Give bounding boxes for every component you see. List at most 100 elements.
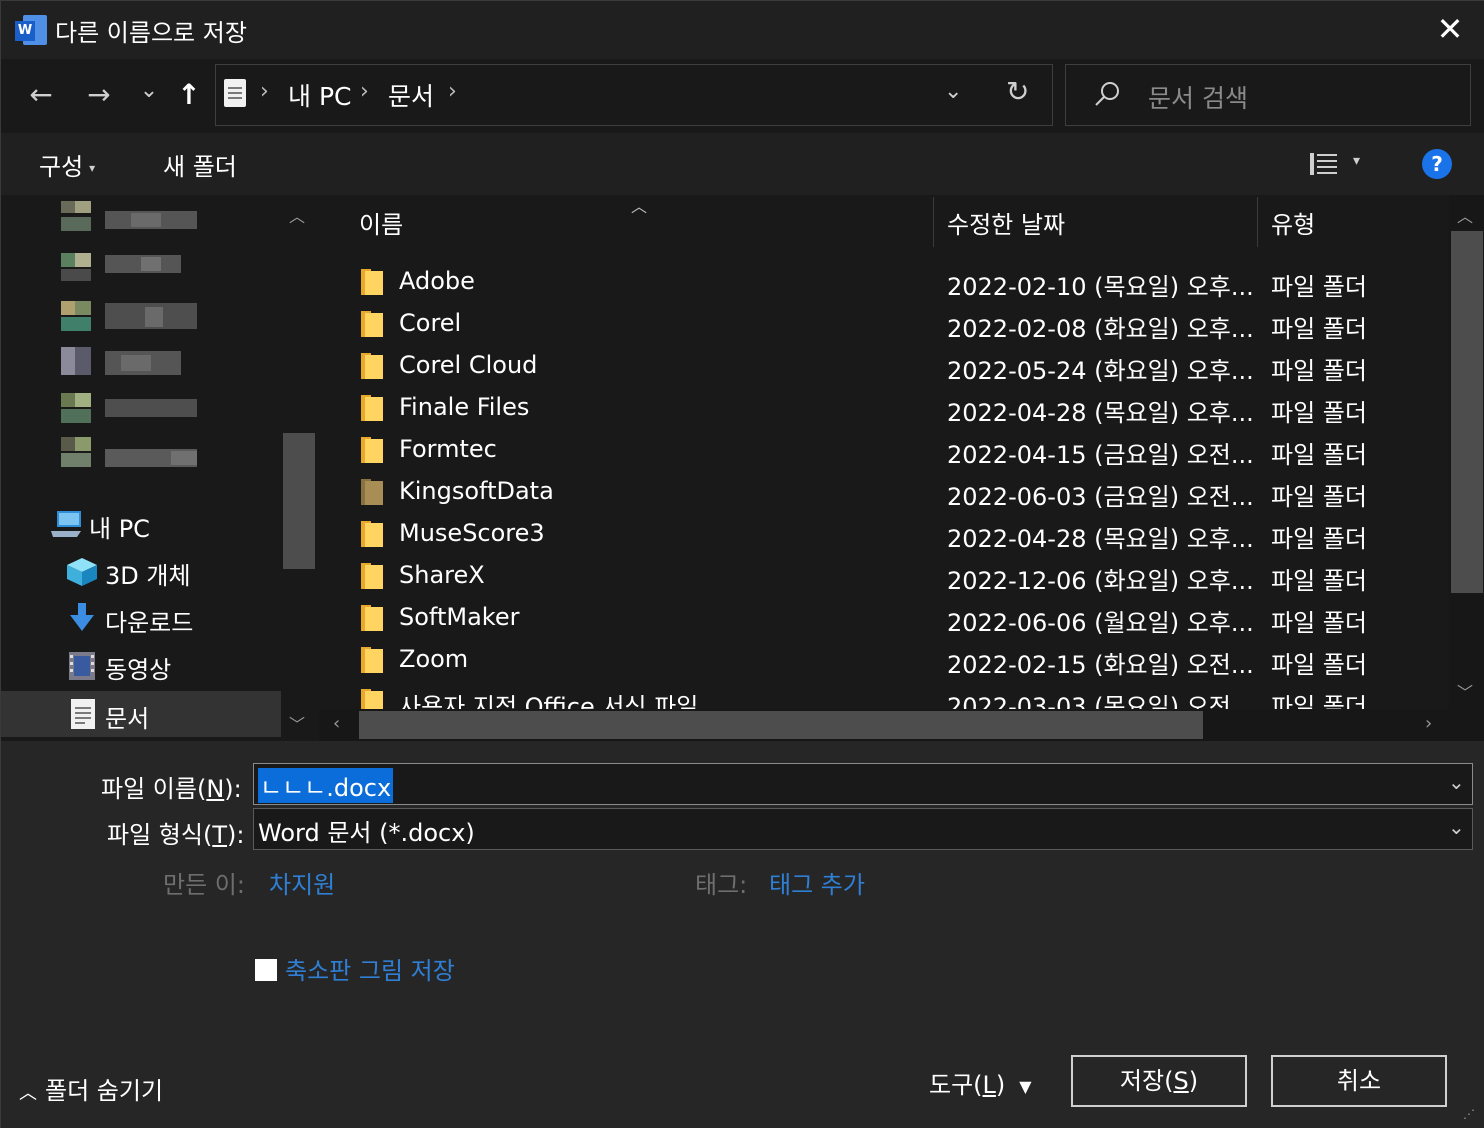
address-dropdown-button[interactable]: ⌄ — [944, 79, 962, 104]
organize-button[interactable]: 구성 ▾ — [39, 147, 95, 182]
sidebar-item-downloads[interactable]: 다운로드 — [1, 595, 281, 641]
file-row[interactable]: KingsoftData 2022-06-03 (금요일) 오전... 파일 폴더 — [319, 471, 1449, 513]
file-row[interactable]: Formtec 2022-04-15 (금요일) 오전... 파일 폴더 — [319, 429, 1449, 471]
breadcrumb-separator[interactable]: › — [360, 79, 369, 104]
save-button[interactable]: 저장(S) — [1071, 1055, 1247, 1107]
file-row[interactable]: Corel Cloud 2022-05-24 (화요일) 오후... 파일 폴더 — [319, 345, 1449, 387]
file-row[interactable]: 사용자 지정 Office 서식 파일 2022-03-03 (목요일) 오전..… — [319, 681, 1449, 709]
file-row[interactable]: Adobe 2022-02-10 (목요일) 오후... 파일 폴더 — [319, 261, 1449, 303]
cancel-button[interactable]: 취소 — [1271, 1055, 1447, 1107]
download-icon — [70, 603, 94, 631]
sidebar-item-videos[interactable]: 동영상 — [1, 642, 281, 688]
file-type: 파일 폴더 — [1271, 441, 1367, 469]
breadcrumb-my-pc[interactable]: 내 PC — [288, 77, 351, 113]
sidebar-item-3d-objects[interactable]: 3D 개체 — [1, 548, 281, 594]
hide-folders-label: 폴더 숨기기 — [45, 1077, 164, 1105]
scrollbar-corner — [1449, 709, 1484, 741]
file-name: Formtec — [399, 435, 497, 463]
recent-locations-button[interactable]: ⌄ — [129, 71, 169, 111]
file-row[interactable]: ShareX 2022-12-06 (화요일) 오후... 파일 폴더 — [319, 555, 1449, 597]
document-icon — [224, 79, 246, 107]
blurred-item[interactable] — [61, 343, 201, 383]
file-row[interactable]: SoftMaker 2022-06-06 (월요일) 오후... 파일 폴더 — [319, 597, 1449, 639]
scroll-up-icon[interactable]: ︿ — [289, 203, 305, 227]
hide-folders-button[interactable]: ︿ 폴더 숨기기 — [19, 1071, 163, 1106]
help-icon[interactable]: ? — [1422, 149, 1452, 179]
view-options-icon[interactable] — [1309, 151, 1339, 177]
chevron-down-icon[interactable]: ⌄ — [1448, 815, 1465, 839]
file-modified-date: 2022-02-15 (화요일) 오전... — [947, 651, 1254, 679]
video-icon — [69, 652, 95, 680]
file-name: Zoom — [399, 645, 469, 673]
filename-input[interactable]: ㄴㄴㄴ.docx ⌄ — [253, 763, 1473, 805]
caret-down-icon: ▼ — [1019, 1076, 1032, 1096]
search-placeholder: 문서 검색 — [1148, 84, 1248, 113]
blurred-item[interactable] — [61, 389, 201, 429]
forward-button[interactable]: → — [79, 75, 119, 115]
save-thumbnail-checkbox[interactable] — [255, 959, 277, 981]
add-tags-link[interactable]: 태그 추가 — [769, 865, 865, 900]
scroll-right-icon[interactable]: › — [1425, 713, 1432, 734]
computer-icon — [51, 511, 81, 537]
sidebar-item-documents[interactable]: 문서 — [1, 691, 281, 737]
file-row[interactable]: Corel 2022-02-08 (화요일) 오후... 파일 폴더 — [319, 303, 1449, 345]
column-header-type[interactable]: 유형 — [1271, 205, 1315, 240]
file-type: 파일 폴더 — [1271, 483, 1367, 511]
blurred-item[interactable] — [61, 199, 201, 239]
save-thumbnail-label[interactable]: 축소판 그림 저장 — [285, 951, 455, 986]
search-icon — [1095, 82, 1119, 106]
filetype-label: 파일 형식(T): — [107, 821, 245, 849]
breadcrumb-separator[interactable]: › — [448, 79, 457, 104]
resize-grip-icon[interactable]: ⋰ — [1463, 1107, 1475, 1121]
address-bar[interactable]: › 내 PC › 문서 › ⌄ ↻ — [215, 64, 1053, 126]
close-button[interactable]: ✕ — [1421, 7, 1479, 53]
scroll-down-icon[interactable]: ﹀ — [1457, 679, 1473, 703]
file-type: 파일 폴더 — [1271, 525, 1367, 553]
column-header-name[interactable]: 이름 — [359, 205, 403, 240]
save-form-panel: 파일 이름(N): ㄴㄴㄴ.docx ⌄ 파일 형식(T): Word 문서 (… — [1, 741, 1484, 1128]
search-input[interactable]: 문서 검색 — [1065, 64, 1471, 126]
refresh-button[interactable]: ↻ — [1006, 75, 1029, 108]
file-row[interactable]: Zoom 2022-02-15 (화요일) 오전... 파일 폴더 — [319, 639, 1449, 681]
scroll-left-icon[interactable]: ‹ — [333, 713, 340, 734]
back-button[interactable]: ← — [21, 75, 61, 115]
file-type: 파일 폴더 — [1271, 651, 1367, 679]
horizontal-scroll-thumb[interactable] — [359, 711, 1203, 739]
file-modified-date: 2022-02-08 (화요일) 오후... — [947, 315, 1254, 343]
new-folder-button[interactable]: 새 폴더 — [163, 147, 237, 182]
blurred-item[interactable] — [61, 297, 201, 337]
author-link[interactable]: 차지원 — [269, 865, 335, 900]
organize-label: 구성 — [39, 153, 84, 181]
folder-icon — [361, 479, 383, 505]
file-row[interactable]: Finale Files 2022-04-28 (목요일) 오후... 파일 폴더 — [319, 387, 1449, 429]
column-divider[interactable] — [1257, 197, 1258, 247]
column-divider[interactable] — [933, 197, 934, 247]
chevron-down-icon[interactable]: ⌄ — [1448, 770, 1465, 794]
column-header-modified[interactable]: 수정한 날짜 — [947, 205, 1065, 240]
nav-scroll-thumb[interactable] — [283, 433, 315, 569]
tools-button[interactable]: 도구(L) ▼ — [929, 1065, 1032, 1100]
file-list-scroll-thumb[interactable] — [1451, 231, 1483, 593]
file-name: Corel — [399, 309, 462, 337]
blurred-item[interactable] — [61, 433, 201, 473]
file-name: MuseScore3 — [399, 519, 545, 547]
file-name: KingsoftData — [399, 477, 554, 505]
breadcrumb-separator[interactable]: › — [260, 79, 269, 104]
file-row[interactable]: MuseScore3 2022-04-28 (목요일) 오후... 파일 폴더 — [319, 513, 1449, 555]
scroll-down-icon[interactable]: ﹀ — [289, 711, 305, 735]
file-modified-date: 2022-06-06 (월요일) 오후... — [947, 609, 1254, 637]
sidebar-item-my-pc[interactable]: 내 PC — [1, 501, 281, 547]
sidebar-item-label: 동영상 — [105, 656, 172, 684]
view-dropdown-icon[interactable]: ▾ — [1353, 153, 1360, 169]
up-button[interactable]: ↑ — [169, 75, 209, 115]
folder-icon — [361, 647, 383, 673]
breadcrumb-documents[interactable]: 문서 — [388, 77, 434, 113]
filetype-value: Word 문서 (*.docx) — [258, 819, 475, 847]
filetype-select[interactable]: Word 문서 (*.docx) ⌄ — [253, 808, 1473, 850]
file-type: 파일 폴더 — [1271, 567, 1367, 595]
blurred-item[interactable] — [61, 245, 201, 285]
document-icon — [71, 699, 95, 729]
file-name: ShareX — [399, 561, 485, 589]
file-modified-date: 2022-04-28 (목요일) 오후... — [947, 525, 1254, 553]
scroll-up-icon[interactable]: ︿ — [1457, 203, 1473, 227]
